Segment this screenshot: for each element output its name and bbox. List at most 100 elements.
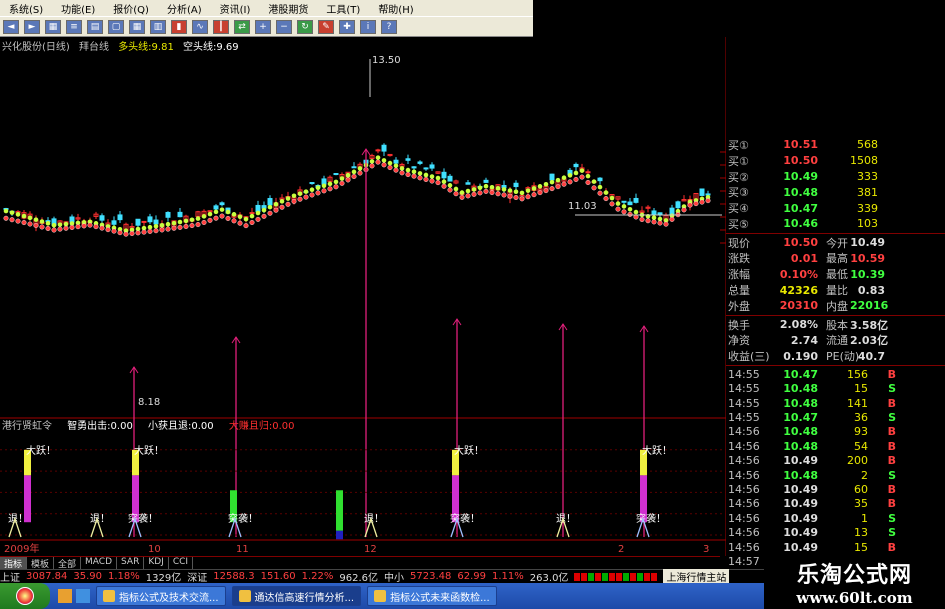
bid-label: 买③: [728, 186, 749, 200]
menu-item-3[interactable]: 分析(A): [158, 1, 211, 16]
short-line-dot: [531, 192, 537, 198]
candle-body: [651, 210, 657, 216]
long-line-dot: [555, 177, 561, 183]
bid-row: 买③ 10.48 381: [726, 184, 945, 200]
pen-icon[interactable]: ✎: [318, 19, 334, 34]
menu-item-7[interactable]: 帮助(H): [369, 1, 422, 16]
sheet-icon[interactable]: ▥: [150, 19, 166, 34]
long-line-dot: [147, 224, 153, 230]
stat-label: 涨跌: [728, 252, 750, 266]
bid-row: 买② 10.49 333: [726, 169, 945, 185]
short-line-dot: [381, 162, 387, 168]
long-line-dot: [477, 185, 483, 191]
candle-body: [585, 171, 591, 174]
long-line-dot: [279, 199, 285, 204]
refresh-icon[interactable]: ↻: [297, 19, 313, 34]
long-line-dot: [273, 201, 279, 207]
menu-item-0[interactable]: 系统(S): [0, 1, 52, 16]
candle-icon[interactable]: ┃: [213, 19, 229, 34]
table-icon[interactable]: ▦: [129, 19, 145, 34]
candle-body: [111, 220, 117, 225]
candle-body: [669, 207, 675, 215]
market-server[interactable]: 上海行情主站: [663, 569, 730, 584]
long-line-dot: [237, 214, 243, 220]
stat-row: 外盘 20310 内盘 22016: [726, 298, 945, 314]
long-line-dot: [447, 183, 453, 188]
info-icon[interactable]: i: [360, 19, 376, 34]
tab-5[interactable]: KDJ: [144, 557, 169, 569]
x-axis-label: 11: [236, 544, 249, 555]
stat-value: 3.58亿: [850, 318, 889, 332]
indicator-name: 拜台线: [79, 42, 109, 53]
short-line-dot: [333, 184, 339, 190]
chart-icon[interactable]: ▤: [87, 19, 103, 34]
long-line-dot: [453, 186, 459, 192]
long-line-dot: [459, 190, 465, 195]
forward-icon[interactable]: ►: [24, 19, 40, 34]
menu-item-2[interactable]: 报价(Q): [104, 1, 158, 16]
candle-body: [351, 166, 357, 169]
tab-1[interactable]: 模板: [27, 557, 55, 570]
line-chart-icon[interactable]: ∿: [192, 19, 208, 34]
chart-header: 兴化股份(日线) 拜台线 多头线:9.81 空头线:9.69: [2, 38, 245, 53]
grid-icon[interactable]: ▦: [45, 19, 61, 34]
window-icon[interactable]: ▢: [108, 19, 124, 34]
menu-item-6[interactable]: 工具(T): [317, 1, 369, 16]
start-button[interactable]: [0, 583, 50, 609]
chart-area[interactable]: 12.0011.5011.0010.5010.009.509.008.5013.…: [0, 37, 726, 557]
stat-row: 涨幅 0.10% 最低 10.39: [726, 266, 945, 282]
watermark: 乐淘公式网 www.60lt.com: [764, 551, 945, 609]
taskbar-item-2[interactable]: 通达信高速行情分析...: [231, 586, 362, 606]
tick-price: 10.48: [783, 439, 818, 453]
help-icon[interactable]: ?: [381, 19, 397, 34]
back-icon[interactable]: ◄: [3, 19, 19, 34]
x-axis-label: 2009年: [4, 542, 39, 555]
short-line-dot: [45, 225, 51, 231]
long-line-dot: [429, 174, 435, 179]
taskbar-item-1[interactable]: 指标公式及技术交流...: [96, 586, 226, 606]
long-line-dot: [327, 181, 333, 187]
tui-label: 退！: [90, 513, 110, 525]
long-line-dot: [507, 188, 513, 193]
bid-label: 买④: [728, 202, 749, 216]
zoom-out-icon[interactable]: −: [276, 19, 292, 34]
tick-price: 10.47: [783, 367, 818, 381]
tab-2[interactable]: 全部: [54, 557, 82, 570]
zoom-in-icon[interactable]: +: [255, 19, 271, 34]
tick-price: 10.48: [783, 425, 818, 439]
quote-panel: 买① 10.51 568 买① 10.50 1508 买② 10.49 333 买③ 10.48 38…: [726, 137, 945, 568]
menu-item-5[interactable]: 港股期货: [259, 1, 317, 16]
long-line-dot: [291, 193, 297, 199]
taskbar-item-3[interactable]: 指标公式未来函数检...: [367, 586, 497, 606]
tab-0[interactable]: 指标: [0, 557, 28, 570]
short-line-dot: [411, 173, 417, 179]
list-icon[interactable]: ≡: [66, 19, 82, 34]
long-line-dot: [339, 176, 345, 181]
candle-body: [405, 158, 411, 161]
long-line-dot: [549, 179, 555, 185]
stat-row: 涨跌 0.01 最高 10.59: [726, 251, 945, 267]
menu-item-4[interactable]: 资讯(I): [211, 1, 260, 16]
tab-3[interactable]: MACD: [81, 557, 118, 569]
menu-item-1[interactable]: 功能(E): [52, 1, 104, 16]
quicklaunch-icon[interactable]: [58, 589, 72, 603]
tick-time: 14:56: [728, 497, 760, 511]
indicator-tabs: 指标 模板 全部 MACD SAR KDJ CCI: [0, 556, 720, 570]
tab-6[interactable]: CCI: [169, 557, 194, 569]
tick-price: 10.49: [783, 511, 818, 525]
quicklaunch-icon[interactable]: [76, 589, 90, 603]
cross-icon[interactable]: ✚: [339, 19, 355, 34]
tab-4[interactable]: SAR: [117, 557, 145, 569]
short-line-dot: [135, 230, 141, 236]
short-line-dot: [249, 219, 255, 225]
long-line-dot: [369, 159, 375, 164]
short-line-dot: [699, 199, 705, 205]
short-line-dot: [57, 226, 63, 232]
indicator-item-1: 智勇出击:0.00: [67, 421, 133, 432]
stat-value: 20310: [779, 299, 818, 313]
tick-direction: S: [888, 511, 896, 525]
compare-icon[interactable]: ⇄: [234, 19, 250, 34]
bid-label: 买②: [728, 170, 749, 184]
stat-value: 10.39: [850, 267, 885, 281]
bar-chart-icon[interactable]: ▮: [171, 19, 187, 34]
